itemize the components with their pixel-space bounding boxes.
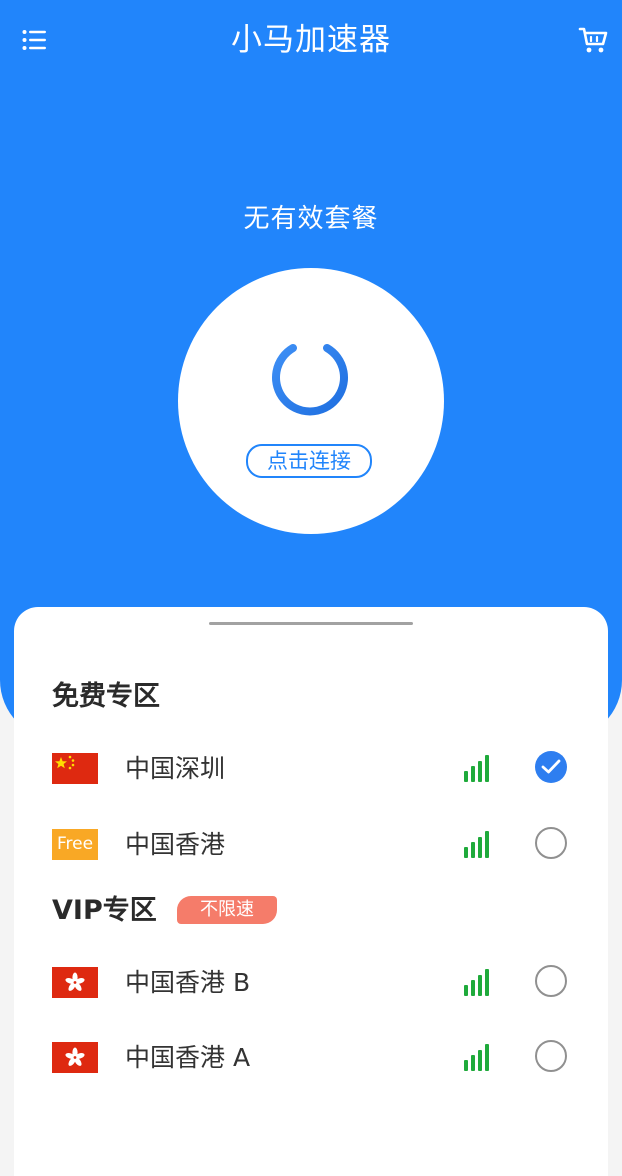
radio-unchecked-icon[interactable] bbox=[535, 1040, 567, 1072]
selected-check-icon[interactable] bbox=[535, 751, 567, 783]
server-row-hongkong-b[interactable]: 中国香港 B bbox=[14, 955, 608, 1011]
signal-strength-icon bbox=[463, 831, 491, 858]
hong-kong-flag-icon bbox=[52, 1042, 98, 1073]
app-title: 小马加速器 bbox=[231, 22, 391, 58]
plan-status-text: 无有效套餐 bbox=[243, 204, 379, 234]
server-name: 中国香港 B bbox=[125, 968, 251, 997]
server-row-hongkong-free[interactable]: Free 中国香港 bbox=[14, 817, 608, 873]
radio-unchecked-icon[interactable] bbox=[535, 827, 567, 859]
signal-strength-icon bbox=[463, 1044, 491, 1071]
server-list-sheet: 免费专区 中国深圳 Free 中国香港 VIP专区 不限速 中国香港 B 中国香… bbox=[14, 607, 608, 1176]
unlimited-speed-badge: 不限速 bbox=[177, 896, 277, 924]
free-badge-icon: Free bbox=[52, 829, 98, 860]
server-row-hongkong-a[interactable]: 中国香港 A bbox=[14, 1030, 608, 1086]
server-row-shenzhen[interactable]: 中国深圳 bbox=[14, 741, 608, 797]
radio-unchecked-icon[interactable] bbox=[535, 965, 567, 997]
hong-kong-flag-icon bbox=[52, 967, 98, 998]
signal-strength-icon bbox=[463, 969, 491, 996]
server-name: 中国香港 bbox=[125, 830, 226, 859]
signal-strength-icon bbox=[463, 755, 491, 782]
free-section-title: 免费专区 bbox=[52, 681, 160, 712]
cart-icon[interactable] bbox=[578, 26, 608, 54]
server-name: 中国香港 A bbox=[125, 1043, 251, 1072]
power-icon bbox=[266, 328, 354, 420]
server-name: 中国深圳 bbox=[125, 754, 226, 783]
vip-section-title: VIP专区 bbox=[52, 895, 157, 926]
china-flag-icon bbox=[52, 753, 98, 784]
connect-button[interactable]: 点击连接 bbox=[178, 268, 444, 534]
drag-handle[interactable] bbox=[209, 622, 413, 625]
connect-label: 点击连接 bbox=[246, 444, 372, 478]
